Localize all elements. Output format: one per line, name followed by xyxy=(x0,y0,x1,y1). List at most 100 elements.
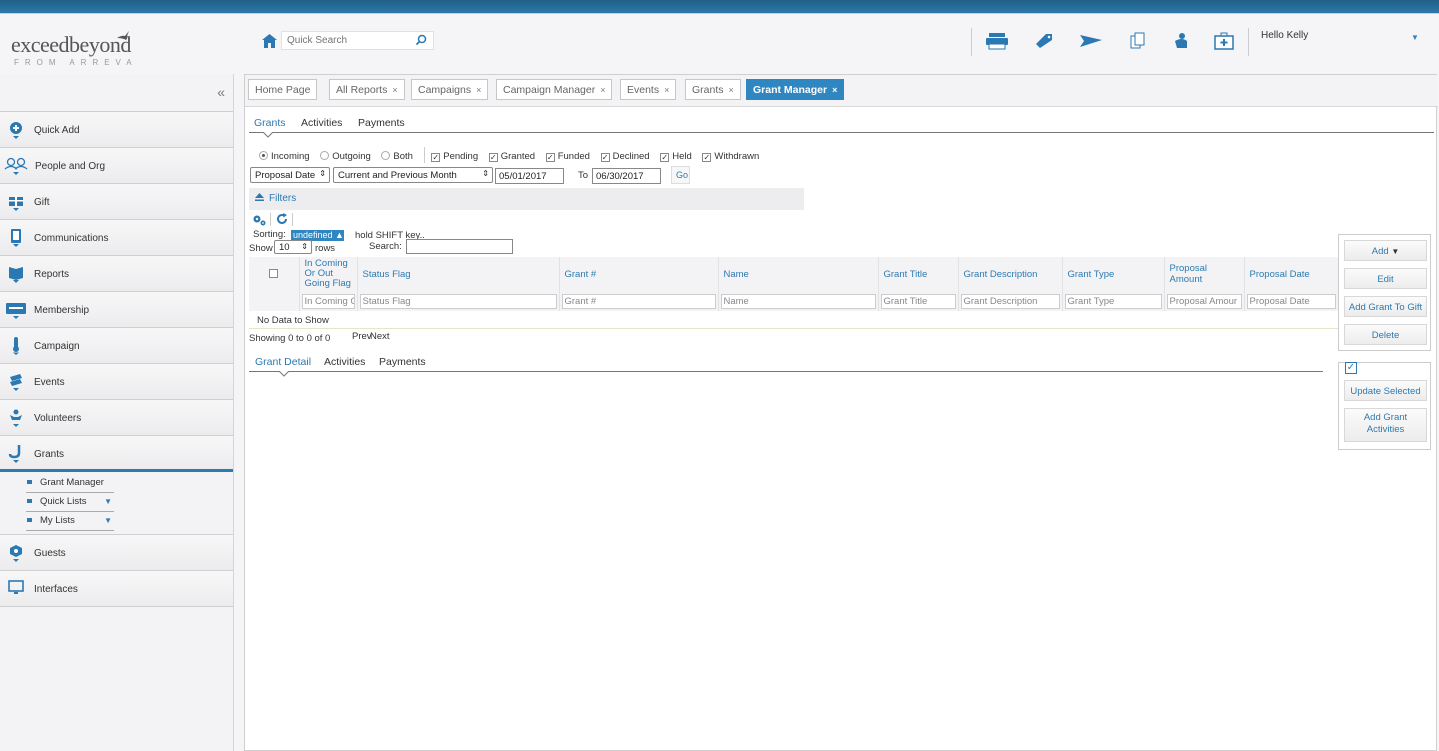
settings-gears-icon[interactable] xyxy=(252,214,267,226)
date-field-select[interactable]: Proposal Date ⇕ xyxy=(250,167,330,183)
column-filter-input[interactable] xyxy=(1166,293,1242,309)
collapse-sidebar-icon[interactable]: « xyxy=(217,84,225,100)
column-filter-input[interactable] xyxy=(880,293,956,309)
subnav-grant-manager[interactable]: Grant Manager xyxy=(26,474,114,493)
sidebar-item-reports[interactable]: Reports xyxy=(0,256,233,292)
checkbox[interactable]: ✓ xyxy=(660,153,670,162)
subtab-payments[interactable]: Payments xyxy=(379,356,426,368)
checkbox[interactable]: ✓ xyxy=(488,153,498,162)
sidebar-item-interfaces[interactable]: Interfaces xyxy=(0,571,233,607)
chevron-down-icon[interactable]: ▼ xyxy=(104,497,112,506)
date-to-input[interactable]: 06/30/2017 xyxy=(592,168,661,184)
edit-button[interactable]: Edit xyxy=(1344,268,1427,289)
tab-home-page[interactable]: Home Page xyxy=(248,79,318,100)
checkbox[interactable]: ✓ xyxy=(702,153,712,162)
checkbox[interactable]: ✓ xyxy=(545,153,555,162)
radio-button[interactable] xyxy=(259,151,268,160)
close-icon[interactable]: × xyxy=(832,85,837,95)
table-search-input[interactable] xyxy=(406,239,513,254)
quick-search-input[interactable] xyxy=(282,32,407,49)
user-greeting[interactable]: Hello Kelly xyxy=(1261,30,1308,41)
radio-both[interactable]: Both xyxy=(381,151,413,162)
close-icon[interactable]: × xyxy=(476,85,481,95)
tag-icon[interactable] xyxy=(1034,32,1056,50)
column-filter-input[interactable] xyxy=(960,293,1060,309)
column-filter-input[interactable] xyxy=(720,293,876,309)
select-all-checkbox[interactable] xyxy=(269,268,279,278)
add-grant-activities-button[interactable]: Add Grant Activities xyxy=(1344,408,1427,442)
delete-button[interactable]: Delete xyxy=(1344,324,1427,345)
column-filter-input[interactable] xyxy=(1064,293,1162,309)
close-icon[interactable]: × xyxy=(600,85,605,95)
column-header[interactable]: Grant Type xyxy=(1062,257,1165,291)
sidebar-item-grants[interactable]: Grants xyxy=(0,436,233,472)
copy-pages-icon[interactable] xyxy=(1126,32,1148,50)
subtab-activities[interactable]: Activities xyxy=(324,356,365,368)
user-menu-caret-icon[interactable]: ▼ xyxy=(1411,33,1419,42)
filters-toggle[interactable]: Filters xyxy=(249,188,804,210)
checkbox-declined[interactable]: ✓ Declined xyxy=(600,151,650,162)
subtab-activities[interactable]: Activities xyxy=(301,117,342,129)
sidebar-item-guests[interactable]: Guests xyxy=(0,535,233,571)
checkbox-withdrawn[interactable]: ✓ Withdrawn xyxy=(702,151,759,162)
next-link[interactable]: Next xyxy=(370,331,390,342)
radio-incoming[interactable]: Incoming xyxy=(259,151,310,162)
checkbox-funded[interactable]: ✓ Funded xyxy=(545,151,590,162)
checkbox[interactable]: ✓ xyxy=(600,153,610,162)
sidebar-item-volunteers[interactable]: Volunteers xyxy=(0,400,233,436)
tab-all-reports[interactable]: All Reports × xyxy=(329,79,405,100)
prev-link[interactable]: Prev xyxy=(352,331,372,342)
sidebar-item-campaign[interactable]: Campaign xyxy=(0,328,233,364)
home-icon[interactable] xyxy=(262,34,277,48)
go-button[interactable]: Go xyxy=(671,166,690,184)
checkbox[interactable]: ✓ xyxy=(431,153,441,162)
column-header[interactable]: Proposal Amount xyxy=(1164,257,1245,291)
close-icon[interactable]: × xyxy=(729,85,734,95)
subtab-grant-detail[interactable]: Grant Detail xyxy=(255,356,311,368)
add-grant-to-gift-button[interactable]: Add Grant To Gift xyxy=(1344,296,1427,317)
close-icon[interactable]: × xyxy=(664,85,669,95)
tab-grants[interactable]: Grants × xyxy=(685,79,741,100)
column-filter-input[interactable] xyxy=(301,293,355,309)
column-header[interactable]: In Coming Or Out Going Flag xyxy=(299,257,358,291)
date-range-select[interactable]: Current and Previous Month ⇕ xyxy=(333,167,493,183)
sidebar-item-gift[interactable]: Gift xyxy=(0,184,233,220)
checkbox-held[interactable]: ✓ Held xyxy=(660,151,692,162)
column-header[interactable]: Grant Title xyxy=(878,257,959,291)
checkbox-pending[interactable]: ✓ Pending xyxy=(431,151,478,162)
sidebar-item-quick-add[interactable]: Quick Add xyxy=(0,112,233,148)
sidebar-item-people-and-org[interactable]: People and Org xyxy=(0,148,233,184)
sidebar-item-membership[interactable]: Membership xyxy=(0,292,233,328)
sidebar-item-communications[interactable]: Communications xyxy=(0,220,233,256)
select-toggle-checkbox[interactable]: ✓ xyxy=(1345,362,1357,374)
subtab-grants[interactable]: Grants xyxy=(254,117,286,129)
close-icon[interactable]: × xyxy=(392,85,397,95)
first-aid-icon[interactable] xyxy=(1213,32,1235,50)
volunteer-hands-icon[interactable] xyxy=(1170,32,1192,50)
update-selected-button[interactable]: Update Selected xyxy=(1344,380,1427,401)
refresh-icon[interactable] xyxy=(276,213,288,225)
tab-grant-manager[interactable]: Grant Manager × xyxy=(746,79,845,100)
column-header[interactable]: Proposal Date xyxy=(1244,257,1339,291)
chevron-down-icon[interactable]: ▼ xyxy=(104,516,112,525)
rows-per-page-select[interactable]: 10 ⇕ xyxy=(274,240,312,254)
column-filter-input[interactable] xyxy=(1246,293,1336,309)
radio-outgoing[interactable]: Outgoing xyxy=(320,151,371,162)
radio-button[interactable] xyxy=(320,151,330,160)
subnav-quick-lists[interactable]: Quick Lists ▼ xyxy=(26,493,114,512)
add-button[interactable]: Add ▼ xyxy=(1344,240,1427,261)
send-icon[interactable] xyxy=(1080,32,1102,50)
column-filter-input[interactable] xyxy=(561,293,716,309)
tab-campaigns[interactable]: Campaigns × xyxy=(411,79,489,100)
printer-icon[interactable] xyxy=(986,32,1008,50)
column-filter-input[interactable] xyxy=(359,293,557,309)
column-header[interactable]: Grant Description xyxy=(958,257,1063,291)
radio-button[interactable] xyxy=(381,151,391,160)
subnav-my-lists[interactable]: My Lists ▼ xyxy=(26,512,114,531)
subtab-payments[interactable]: Payments xyxy=(358,117,405,129)
search-icon[interactable] xyxy=(415,34,427,46)
checkbox-granted[interactable]: ✓ Granted xyxy=(488,151,535,162)
tab-campaign-manager[interactable]: Campaign Manager × xyxy=(496,79,613,100)
column-header[interactable]: Name xyxy=(718,257,879,291)
sidebar-item-events[interactable]: Events xyxy=(0,364,233,400)
